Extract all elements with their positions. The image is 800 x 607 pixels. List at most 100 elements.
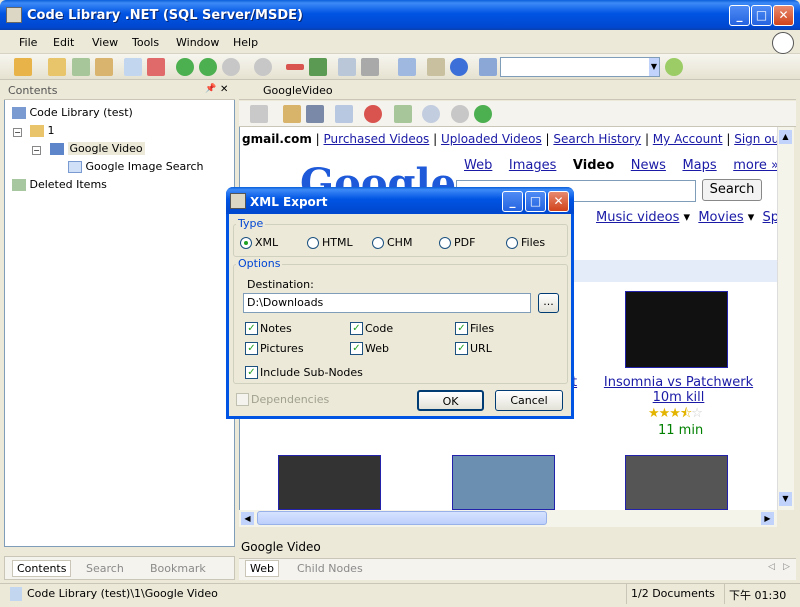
collapse-toggle[interactable]: − <box>32 146 41 155</box>
video-title-link[interactable]: Insomnia vs Patchwerk 10m kill <box>596 375 761 405</box>
app-icon[interactable] <box>6 7 22 23</box>
menu-edit[interactable]: Edit <box>53 36 74 49</box>
scroll-up-icon[interactable]: ▲ <box>779 130 792 144</box>
clock-icon[interactable] <box>772 32 794 54</box>
menu-file[interactable]: File <box>19 36 37 49</box>
checkbox-dependencies[interactable] <box>236 393 249 406</box>
tree-item-google-image-search[interactable]: Google Image Search <box>68 160 204 173</box>
tree-item-root[interactable]: Code Library (test) <box>12 106 133 119</box>
tab-bookmark[interactable]: Bookmark <box>150 562 206 575</box>
nav-web[interactable]: Web <box>464 158 492 173</box>
window-icon[interactable] <box>479 58 497 76</box>
video-thumbnail[interactable] <box>278 455 381 510</box>
tab-web[interactable]: Web <box>245 560 279 577</box>
radio-html[interactable] <box>307 237 319 249</box>
tab-prev-icon[interactable]: ◁ <box>768 562 775 572</box>
folder-icon[interactable] <box>48 58 66 76</box>
maximize-button[interactable]: □ <box>751 5 772 26</box>
category-movies[interactable]: Movies <box>698 210 743 225</box>
menu-window[interactable]: Window <box>176 36 219 49</box>
browse-button[interactable]: ... <box>538 293 559 313</box>
checkbox-include-subnodes[interactable]: ✓ <box>245 366 258 379</box>
tree-item-folder[interactable]: 1 <box>30 124 55 137</box>
chevron-down-icon[interactable]: ▼ <box>649 58 659 76</box>
scroll-right-icon[interactable]: ▶ <box>761 512 774 525</box>
fullscreen-icon[interactable] <box>398 58 416 76</box>
tab-contents[interactable]: Contents <box>12 560 72 577</box>
refresh-icon[interactable] <box>394 105 412 123</box>
find-icon[interactable] <box>306 105 324 123</box>
vertical-scrollbar[interactable] <box>777 127 794 510</box>
radio-xml[interactable] <box>240 237 252 249</box>
delete-icon[interactable] <box>147 58 165 76</box>
radio-pdf[interactable] <box>439 237 451 249</box>
close-icon[interactable]: ✕ <box>220 84 228 95</box>
scroll-thumb[interactable] <box>257 511 547 525</box>
open-icon[interactable] <box>14 58 32 76</box>
tree-item-deleted[interactable]: Deleted Items <box>12 178 107 191</box>
dialog-maximize-button[interactable]: □ <box>525 191 546 212</box>
pin-icon[interactable]: 📌 <box>205 84 216 94</box>
document-tab[interactable]: GoogleVideo <box>239 82 796 100</box>
up-icon[interactable] <box>222 58 240 76</box>
my-account-link[interactable]: My Account <box>653 132 723 146</box>
video-thumbnail[interactable] <box>625 291 728 368</box>
menu-view[interactable]: View <box>92 36 118 49</box>
edit-icon[interactable] <box>335 105 353 123</box>
checkbox-files[interactable]: ✓ <box>455 322 468 335</box>
radio-files[interactable] <box>506 237 518 249</box>
forward-icon[interactable] <box>474 105 492 123</box>
destination-input[interactable]: D:\Downloads <box>243 293 531 313</box>
move-icon[interactable] <box>309 58 327 76</box>
radio-chm[interactable] <box>372 237 384 249</box>
video-thumbnail[interactable] <box>625 455 728 510</box>
search-icon[interactable] <box>422 105 440 123</box>
scroll-down-icon[interactable]: ▼ <box>779 492 792 506</box>
video-thumbnail[interactable] <box>452 455 555 510</box>
properties-icon[interactable] <box>283 105 301 123</box>
help-icon[interactable] <box>450 58 468 76</box>
remove-icon[interactable] <box>286 64 304 70</box>
checkbox-code[interactable]: ✓ <box>350 322 363 335</box>
page-icon[interactable] <box>250 105 268 123</box>
tools-icon[interactable] <box>427 58 445 76</box>
checkbox-url[interactable]: ✓ <box>455 342 468 355</box>
minimize-button[interactable]: _ <box>729 5 750 26</box>
checkbox-web[interactable]: ✓ <box>350 342 363 355</box>
dialog-close-button[interactable]: ✕ <box>548 191 569 212</box>
down-icon[interactable] <box>254 58 272 76</box>
scroll-left-icon[interactable]: ◀ <box>241 512 254 525</box>
forward-icon[interactable] <box>199 58 217 76</box>
nav-images[interactable]: Images <box>509 158 557 173</box>
print-icon[interactable] <box>361 58 379 76</box>
nav-more[interactable]: more » <box>733 158 779 173</box>
tree-item-google-video[interactable]: Google Video <box>48 141 147 156</box>
refresh-icon[interactable] <box>72 58 90 76</box>
tab-child-nodes[interactable]: Child Nodes <box>297 562 363 575</box>
cancel-button[interactable]: Cancel <box>495 390 563 411</box>
nav-news[interactable]: News <box>631 158 666 173</box>
back-icon[interactable] <box>176 58 194 76</box>
dialog-minimize-button[interactable]: _ <box>502 191 523 212</box>
tab-search[interactable]: Search <box>86 562 124 575</box>
toolbar-combo[interactable]: ▼ <box>500 57 660 77</box>
search-history-link[interactable]: Search History <box>553 132 641 146</box>
export-icon[interactable] <box>95 58 113 76</box>
menu-help[interactable]: Help <box>233 36 258 49</box>
checkbox-pictures[interactable]: ✓ <box>245 342 258 355</box>
close-button[interactable]: ✕ <box>773 5 794 26</box>
google-search-button[interactable]: Search <box>702 179 762 201</box>
new-node-icon[interactable] <box>124 58 142 76</box>
nav-maps[interactable]: Maps <box>682 158 716 173</box>
checkbox-notes[interactable]: ✓ <box>245 322 258 335</box>
tab-next-icon[interactable]: ▷ <box>783 562 790 572</box>
stop-icon[interactable] <box>364 105 382 123</box>
collapse-toggle[interactable]: − <box>13 128 22 137</box>
back-icon[interactable] <box>451 105 469 123</box>
menu-tools[interactable]: Tools <box>132 36 159 49</box>
go-icon[interactable] <box>665 58 683 76</box>
preview-icon[interactable] <box>338 58 356 76</box>
purchased-videos-link[interactable]: Purchased Videos <box>324 132 430 146</box>
uploaded-videos-link[interactable]: Uploaded Videos <box>441 132 542 146</box>
ok-button[interactable]: OK <box>417 390 484 411</box>
